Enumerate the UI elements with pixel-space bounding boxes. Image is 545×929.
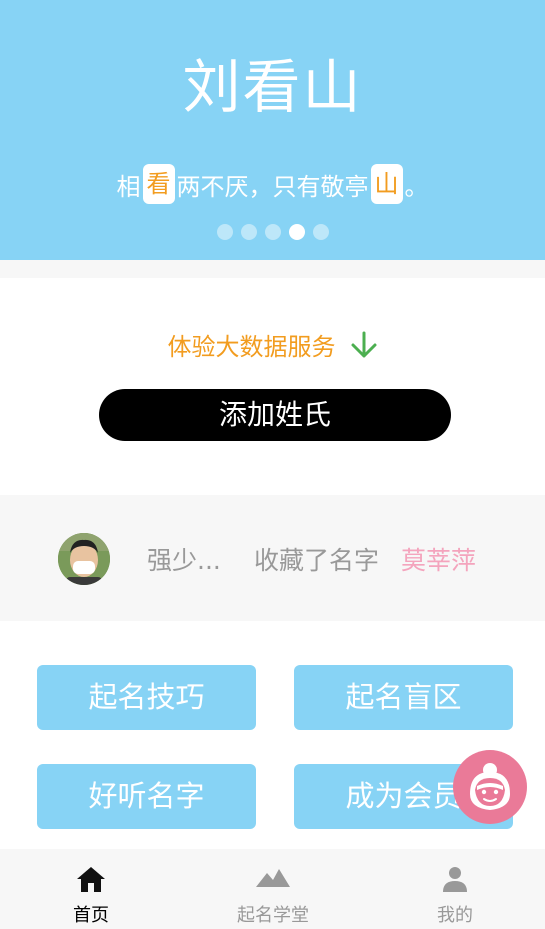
activity-username: 强少... [147, 546, 221, 575]
poem-highlight-1: 看 [142, 164, 175, 204]
good-names-button[interactable]: 好听名字 [37, 764, 256, 829]
pager-dot[interactable] [312, 224, 329, 240]
pager-dot[interactable] [240, 224, 257, 240]
avatar-photo [58, 533, 110, 585]
poem-text-2: 两不厌，只有敬亭 [176, 172, 369, 201]
add-surname-button[interactable]: 添加姓氏 [99, 389, 451, 441]
service-text: 体验大数据服务 [167, 333, 336, 361]
arrow-down-icon [351, 331, 376, 357]
customer-service-icon [470, 763, 510, 810]
carousel-pager [0, 224, 545, 240]
banner-title: 刘看山 [182, 53, 363, 121]
home-icon [77, 867, 105, 892]
big-data-service-link[interactable]: 体验大数据服务 [0, 327, 545, 362]
tab-home[interactable]: 首页 [0, 849, 182, 929]
user-icon [443, 867, 467, 892]
tab-profile-label: 我的 [437, 905, 473, 926]
section-divider [0, 260, 545, 278]
tab-profile[interactable]: 我的 [364, 849, 545, 929]
pager-dot-active[interactable] [288, 224, 305, 240]
hero-banner[interactable]: 刘看山 相 看 两不厌，只有敬亭 山 。 [0, 0, 545, 260]
customer-service-button[interactable] [453, 750, 527, 824]
poem-highlight-2: 山 [370, 164, 403, 204]
activity-favorited-name: 莫莘萍 [401, 546, 477, 575]
mountain-icon [256, 869, 290, 887]
poem-text-3: 。 [404, 172, 429, 201]
tab-home-label: 首页 [73, 905, 109, 926]
activity-action: 收藏了名字 [254, 546, 380, 575]
naming-tips-button[interactable]: 起名技巧 [37, 665, 256, 730]
avatar [58, 533, 110, 585]
bottom-tab-bar: 首页 起名学堂 我的 [0, 849, 545, 929]
naming-pitfalls-button[interactable]: 起名盲区 [294, 665, 513, 730]
poem-text-1: 相 [116, 172, 141, 201]
tab-school[interactable]: 起名学堂 [182, 849, 364, 929]
pager-dot[interactable] [216, 224, 233, 240]
banner-poem: 相 看 两不厌，只有敬亭 山 。 [0, 164, 545, 204]
tab-school-label: 起名学堂 [237, 905, 309, 926]
pager-dot[interactable] [264, 224, 281, 240]
